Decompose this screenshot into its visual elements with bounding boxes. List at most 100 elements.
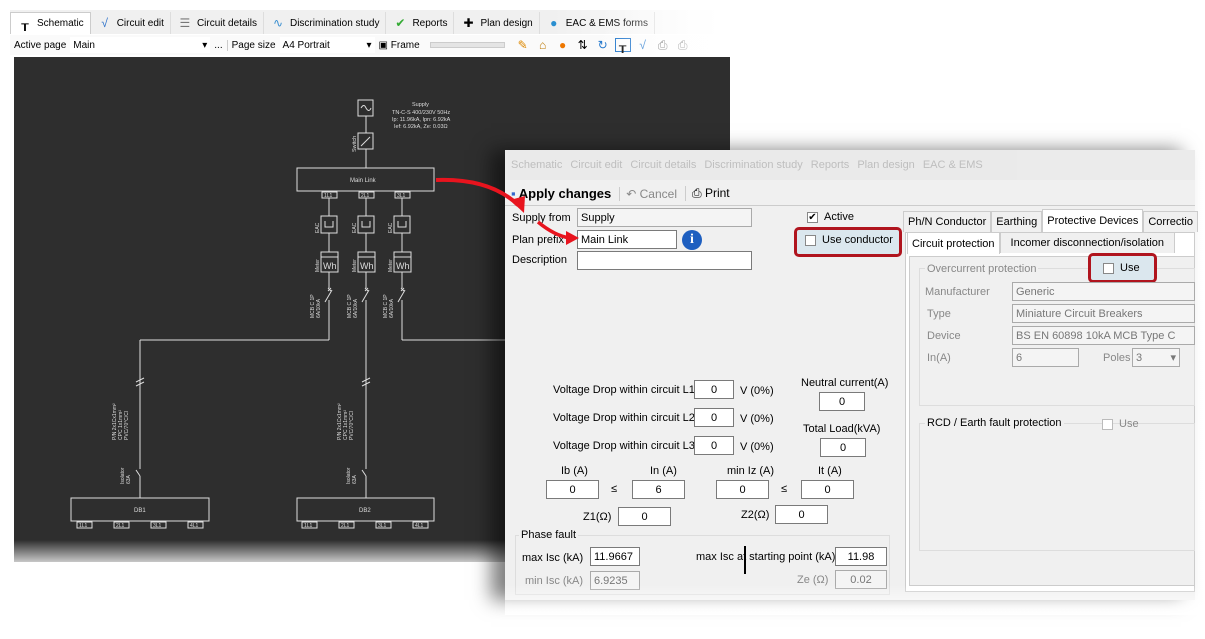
svg-text:3L1: 3L1	[378, 523, 387, 529]
svg-text:PVC/70°C/Cl: PVC/70°C/Cl	[124, 411, 130, 440]
check-icon: ✔	[807, 211, 818, 223]
switch-label: Switch	[352, 136, 358, 152]
svg-text:Wh: Wh	[396, 261, 410, 271]
zoom-slider[interactable]	[429, 42, 505, 48]
use-rcd-checkbox[interactable]: Use	[1102, 418, 1139, 430]
in-field: 6	[632, 480, 685, 499]
tab-plan-design[interactable]: ✚ Plan design	[454, 12, 540, 34]
plan-design-icon: ✚	[463, 16, 474, 30]
board-db2: DB2 1L1 2L1 3L1 4L1	[296, 497, 435, 529]
way-3: EAC Wh Meter MCB C 1P 6A/10kA	[383, 198, 520, 341]
chevron-down-icon: ▾	[202, 39, 208, 51]
tab-discrimination-study[interactable]: ∿ Discrimination study	[264, 12, 387, 34]
tab-earthing[interactable]: Earthing	[991, 211, 1043, 232]
palette-icon[interactable]: ●	[555, 38, 571, 52]
db2-feed: P/N 2x1Cx1mm² CPC 1x1mm² PVC/70°C/Cl Iso…	[337, 377, 371, 498]
z2-field: 0	[775, 505, 828, 524]
type-select[interactable]: Miniature Circuit Breakers	[1012, 304, 1195, 323]
chevron-down-icon: ▾	[1170, 352, 1176, 364]
main-link-ways: 1L1 2L1 3L1	[321, 191, 411, 199]
supply-line3: Ief: 6.92kA, Ze: 0.03Ω	[394, 124, 448, 130]
tab-reports[interactable]: ✔ Reports	[386, 12, 455, 34]
info-icon[interactable]: i	[682, 230, 702, 250]
circuit-edit-icon: √	[101, 16, 108, 30]
ghost-tab-bar: Schematic Circuit edit Circuit details Disc…	[505, 150, 1195, 180]
max-isc-field: 11.9667	[590, 547, 640, 566]
more-pages-button[interactable]: ...	[214, 40, 222, 51]
vd-l2-field: 0	[694, 408, 734, 427]
svg-text:Meter: Meter	[388, 259, 394, 272]
dialog-tabs: Ph/N Conductor Earthing Protective Devic…	[903, 209, 1198, 232]
svg-text:PVC/70°C/Cl: PVC/70°C/Cl	[349, 411, 355, 440]
description-input[interactable]	[577, 251, 752, 270]
dialog-toolbar: ▪ Apply changes ↶ Cancel ⎙ Print	[505, 182, 1195, 206]
in-rating-input[interactable]: 6	[1012, 348, 1079, 367]
svg-text:2L1: 2L1	[116, 523, 125, 529]
print-button[interactable]: ⎙ Print	[684, 186, 730, 201]
subtabs: Circuit protection Incomer disconnection…	[907, 232, 1176, 254]
svg-text:1L1: 1L1	[79, 523, 88, 529]
frame-toggle[interactable]: ▣ Frame	[379, 40, 420, 51]
svg-text:Meter: Meter	[315, 259, 321, 272]
rcd-group	[919, 423, 1195, 551]
tab-schematic[interactable]: ┰ Schematic	[10, 12, 91, 34]
max-isc-start-field: 11.98	[835, 547, 887, 566]
ib-field: 0	[546, 480, 599, 499]
neutral-current-field: 0	[819, 392, 865, 411]
svg-text:2L1: 2L1	[361, 193, 370, 199]
device-select[interactable]: BS EN 60898 10kA MCB Type C	[1012, 326, 1195, 345]
svg-text:63A: 63A	[126, 474, 132, 484]
svg-text:4L1: 4L1	[415, 523, 424, 529]
fade-overlay	[1199, 150, 1205, 610]
tab-corrections[interactable]: Correctio	[1143, 211, 1198, 232]
svg-text:Wh: Wh	[323, 261, 337, 271]
svg-text:6A/10kA: 6A/10kA	[353, 298, 359, 318]
poles-select[interactable]: 3 ▾	[1132, 348, 1180, 367]
cancel-button[interactable]: ↶ Cancel	[619, 186, 677, 201]
tab-circuit-details[interactable]: ☰ Circuit details	[171, 12, 264, 34]
pencil-icon[interactable]: ✎	[515, 38, 531, 52]
svg-text:DB1: DB1	[134, 508, 146, 514]
tab-incomer-disconnection[interactable]: Incomer disconnection/isolation	[999, 232, 1176, 253]
svg-text:3L1: 3L1	[397, 193, 406, 199]
building-icon[interactable]: ⌂	[535, 38, 551, 52]
curves-icon: ∿	[272, 16, 283, 30]
schematic-icon: ┰	[21, 16, 29, 31]
save-icon: ▪	[511, 186, 516, 201]
manufacturer-select[interactable]: Generic	[1012, 282, 1195, 301]
svg-text:63A: 63A	[352, 474, 358, 484]
tab-protective-devices[interactable]: Protective Devices	[1042, 209, 1144, 232]
svg-text:3L1: 3L1	[153, 523, 162, 529]
supply-from-field: Supply	[577, 208, 752, 227]
use-overcurrent-checkbox[interactable]: Use	[1103, 262, 1140, 274]
checkbox-box	[805, 234, 816, 246]
frame-icon: ▣	[378, 39, 388, 51]
apply-changes-button[interactable]: ▪ Apply changes	[511, 186, 611, 201]
checkbox-box	[1103, 262, 1114, 274]
svg-text:EAC: EAC	[352, 222, 358, 233]
z1-field: 0	[618, 507, 671, 526]
checkbox-box	[1102, 418, 1113, 430]
active-page-select[interactable]: Main ▾	[70, 37, 211, 53]
active-checkbox[interactable]: ✔ Active	[807, 211, 854, 223]
svg-text:6A/10kA: 6A/10kA	[389, 298, 395, 318]
swap-icon[interactable]: ⇅	[575, 38, 591, 52]
tab-ph-n-conductor[interactable]: Ph/N Conductor	[903, 211, 992, 232]
supply-line2: Ip: 11.96kA, Ipn: 6.92kA	[392, 117, 451, 123]
vd-l1-field: 0	[694, 380, 734, 399]
svg-text:4L1: 4L1	[190, 523, 199, 529]
svg-text:EAC: EAC	[388, 222, 394, 233]
globe-icon: ●	[550, 16, 558, 30]
min-iz-field: 0	[716, 480, 769, 499]
use-conductor-checkbox[interactable]: Use conductor	[805, 234, 893, 246]
svg-text:2L1: 2L1	[341, 523, 350, 529]
tab-circuit-edit[interactable]: √ Circuit edit	[91, 12, 171, 34]
tab-circuit-protection[interactable]: Circuit protection	[907, 232, 1000, 254]
page-size-select[interactable]: A4 Portrait ▾	[279, 37, 375, 53]
board-db1: DB1 1L1 2L1 3L1 4L1	[70, 497, 210, 529]
list-icon: ☰	[179, 16, 191, 30]
circuit-edit-dialog: Schematic Circuit edit Circuit details Disc…	[505, 150, 1198, 600]
chevron-down-icon: ▾	[366, 39, 372, 51]
svg-text:Meter: Meter	[352, 259, 358, 272]
plan-prefix-input[interactable]: Main Link	[577, 230, 677, 249]
